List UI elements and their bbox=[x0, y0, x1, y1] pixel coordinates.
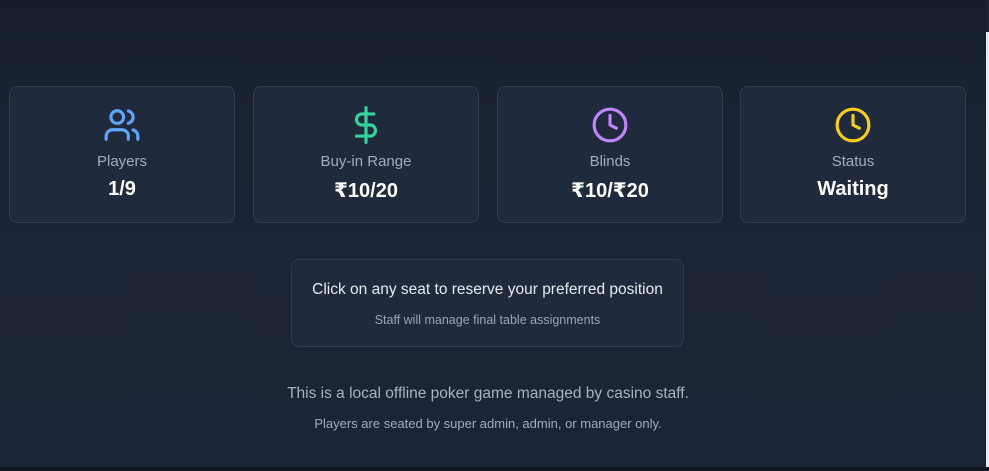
stat-label: Blinds bbox=[589, 153, 631, 170]
clock-icon bbox=[741, 106, 965, 144]
buy-in-range-value: ₹10/20 bbox=[334, 180, 398, 202]
users-icon bbox=[10, 106, 234, 144]
clock-icon bbox=[498, 106, 722, 144]
blinds-value: ₹10/₹20 bbox=[571, 180, 649, 202]
stat-label: Players bbox=[96, 153, 148, 170]
stat-label: Buy-in Range bbox=[320, 153, 412, 170]
status-value: Waiting bbox=[817, 178, 889, 200]
footer-subnote: Players are seated by super admin, admin… bbox=[314, 416, 662, 431]
stat-card-players: Players 1/9 bbox=[9, 86, 235, 223]
table-stats: Players 1/9 Buy-in Range ₹10/20 Blinds ₹ bbox=[9, 86, 966, 223]
seat-reservation-notice: Click on any seat to reserve your prefer… bbox=[291, 259, 684, 347]
footer-note: This is a local offline poker game manag… bbox=[287, 385, 689, 402]
poker-table-info-page: Players 1/9 Buy-in Range ₹10/20 Blinds ₹ bbox=[0, 0, 986, 467]
notice-subtitle: Staff will manage final table assignment… bbox=[374, 313, 601, 327]
stat-card-status: Status Waiting bbox=[740, 86, 966, 223]
players-count: 1/9 bbox=[108, 178, 136, 200]
stat-card-buy-in: Buy-in Range ₹10/20 bbox=[253, 86, 479, 223]
window-bottom-edge bbox=[0, 467, 989, 471]
notice-title: Click on any seat to reserve your prefer… bbox=[312, 281, 663, 298]
dollar-sign-icon bbox=[254, 106, 478, 144]
stat-label: Status bbox=[831, 153, 875, 170]
stat-card-blinds: Blinds ₹10/₹20 bbox=[497, 86, 723, 223]
